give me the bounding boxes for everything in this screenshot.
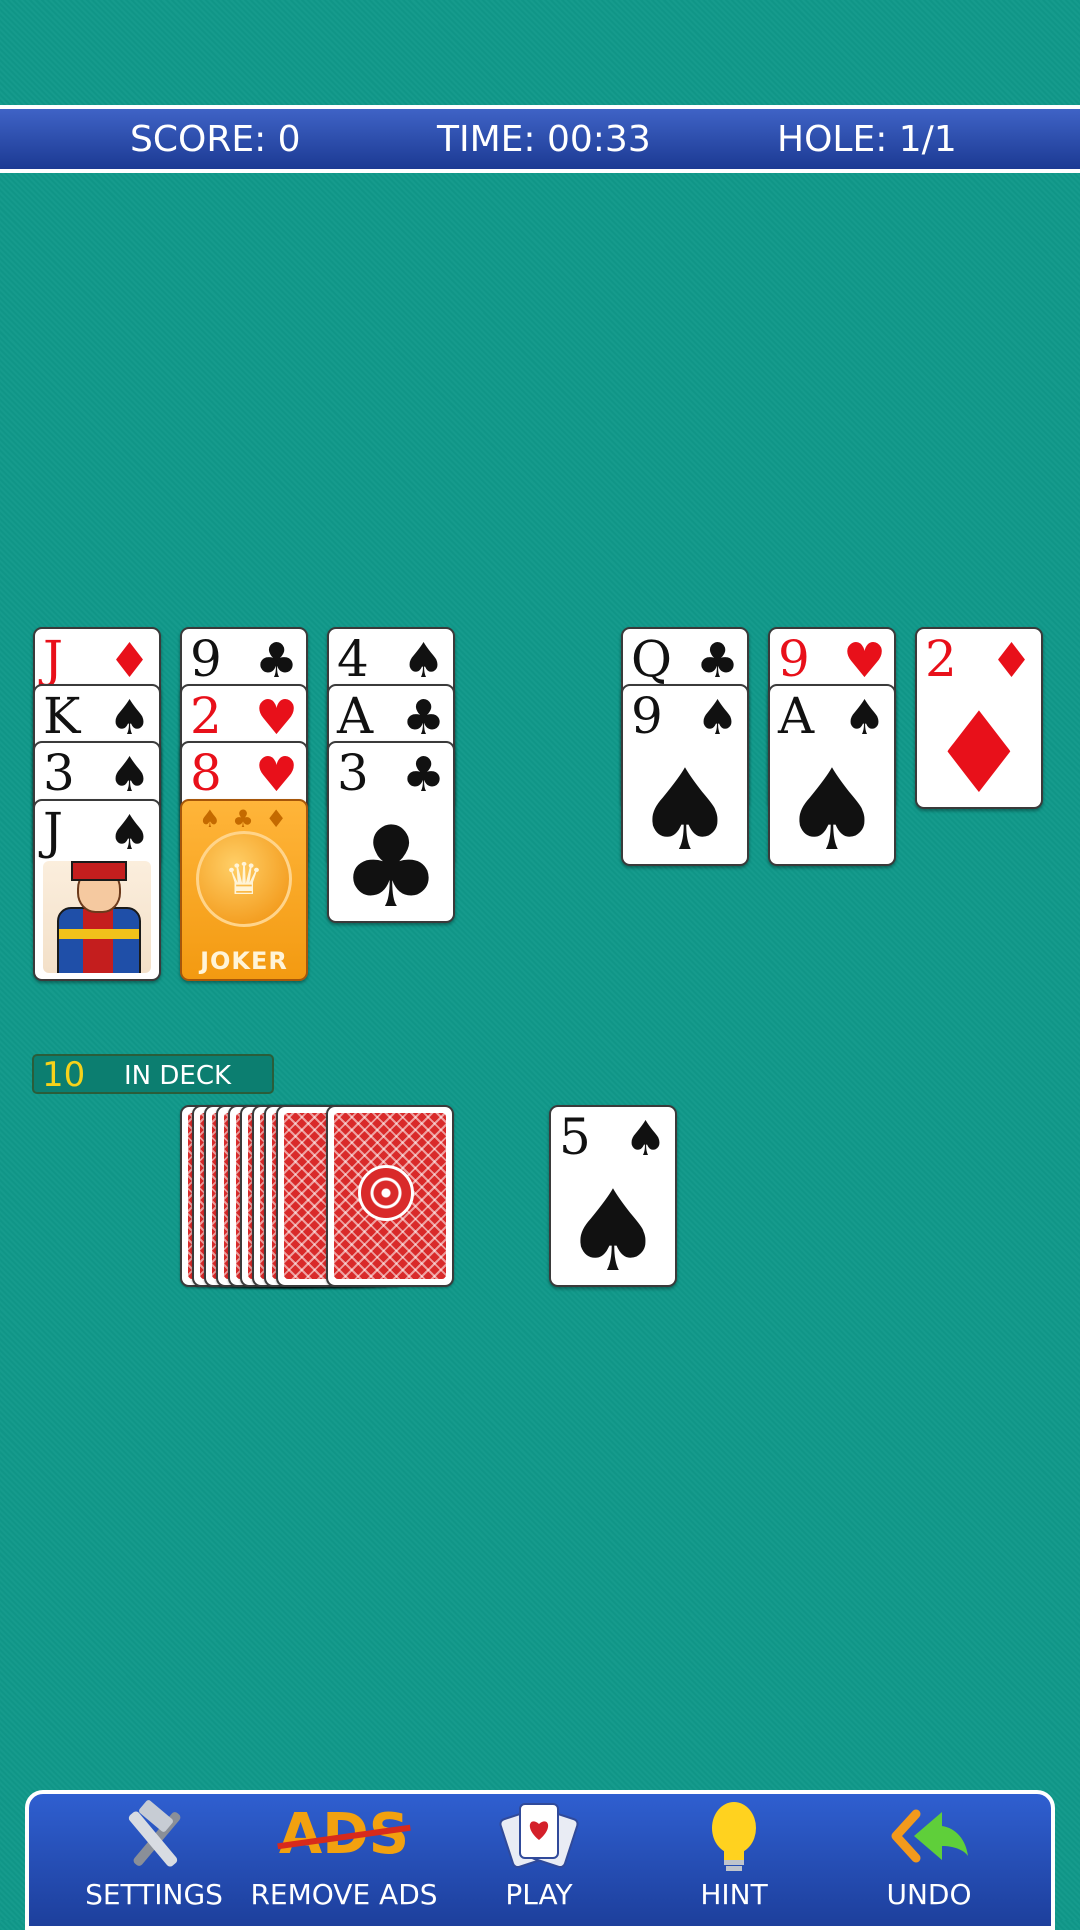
card-suit: ♠ (107, 805, 151, 861)
undo-button[interactable]: UNDO (834, 1794, 1024, 1924)
joker-label: JOKER (200, 947, 288, 975)
card-tableau-3-3[interactable]: 3 ♣ ♣ (327, 741, 455, 923)
card-rank: J (43, 630, 64, 688)
joker-card[interactable]: ♠ ♣ ♦ ♛ JOKER (180, 799, 308, 981)
status-bar: SCORE: 0 TIME: 00:33 HOLE: 1/1 (0, 105, 1080, 173)
card-rank: 5 (559, 1108, 591, 1166)
deck-label: IN DECK (124, 1061, 232, 1091)
undo-label: UNDO (886, 1878, 972, 1911)
lightbulb-icon (639, 1800, 829, 1876)
spade-pip-icon: ♠ (562, 1167, 664, 1287)
card-rank: J (43, 802, 64, 860)
card-suit: ♠ (842, 690, 886, 746)
card-suit: ♠ (401, 633, 445, 689)
card-suit: ♥ (254, 747, 298, 803)
jack-portrait-icon (43, 861, 151, 973)
deck-counter: 10 IN DECK (32, 1054, 274, 1094)
card-suit: ♣ (401, 690, 445, 746)
ornate-spade-icon: ♠ (781, 746, 883, 866)
card-rank: 3 (337, 744, 369, 802)
cards-icon (444, 1800, 634, 1876)
card-rank: 4 (337, 630, 369, 688)
jester-hat-icon: ♛ (196, 831, 292, 927)
time-label: TIME: 00:33 (437, 119, 651, 160)
card-suit: ♣ (695, 633, 739, 689)
card-suit: ♠ (107, 690, 151, 746)
no-ads-icon: ADS (249, 1800, 439, 1876)
play-button[interactable]: PLAY (444, 1794, 634, 1924)
hole-label: HOLE: 1/1 (777, 119, 957, 160)
card-suit: ♠ (107, 747, 151, 803)
bottom-toolbar: SETTINGS ADS REMOVE ADS PLAY (25, 1790, 1055, 1930)
hint-label: HINT (700, 1878, 768, 1911)
stock-top-card[interactable] (326, 1105, 454, 1287)
card-rank: 8 (190, 744, 222, 802)
spade-pip-icon: ♠ (634, 746, 736, 866)
card-rank: 2 (925, 630, 957, 688)
card-rank: Q (631, 630, 672, 688)
remove-ads-button[interactable]: ADS REMOVE ADS (249, 1794, 439, 1924)
card-tableau-1-4[interactable]: J ♠ (33, 799, 161, 981)
card-rank: A (778, 687, 815, 745)
medallion-icon (358, 1165, 414, 1221)
card-rank: 9 (190, 630, 222, 688)
score-label: SCORE: 0 (130, 119, 301, 160)
card-rank: A (337, 687, 374, 745)
club-pip-icon: ♣ (340, 803, 442, 923)
remove-ads-label: REMOVE ADS (250, 1878, 438, 1911)
card-suit: ♥ (254, 690, 298, 746)
card-suit: ♦ (107, 633, 151, 689)
card-tableau-6-1[interactable]: 2 ♦ ♦ (915, 627, 1043, 809)
deck-count: 10 (42, 1055, 86, 1095)
waste-card[interactable]: 5 ♠ ♠ (549, 1105, 677, 1287)
card-suit: ♠ (695, 690, 739, 746)
diamond-pip-icon: ♦ (928, 689, 1030, 809)
crown-ornament-icon: ♠ ♣ ♦ (199, 805, 289, 833)
card-rank: 3 (43, 744, 75, 802)
play-label: PLAY (505, 1878, 573, 1911)
settings-label: SETTINGS (85, 1878, 223, 1911)
card-tableau-5-2[interactable]: A ♠ ♠ (768, 684, 896, 866)
card-suit: ♠ (623, 1111, 667, 1167)
card-rank: 9 (631, 687, 663, 745)
card-rank: 9 (778, 630, 810, 688)
card-rank: 2 (190, 687, 222, 745)
settings-button[interactable]: SETTINGS (59, 1794, 249, 1924)
undo-arrow-icon (834, 1800, 1024, 1876)
card-rank: K (43, 687, 81, 745)
tools-icon (59, 1800, 249, 1876)
hint-button[interactable]: HINT (639, 1794, 829, 1924)
card-suit: ♥ (842, 633, 886, 689)
card-tableau-4-2[interactable]: 9 ♠ ♠ (621, 684, 749, 866)
card-suit: ♣ (254, 633, 298, 689)
card-suit: ♦ (989, 633, 1033, 689)
card-suit: ♣ (401, 747, 445, 803)
